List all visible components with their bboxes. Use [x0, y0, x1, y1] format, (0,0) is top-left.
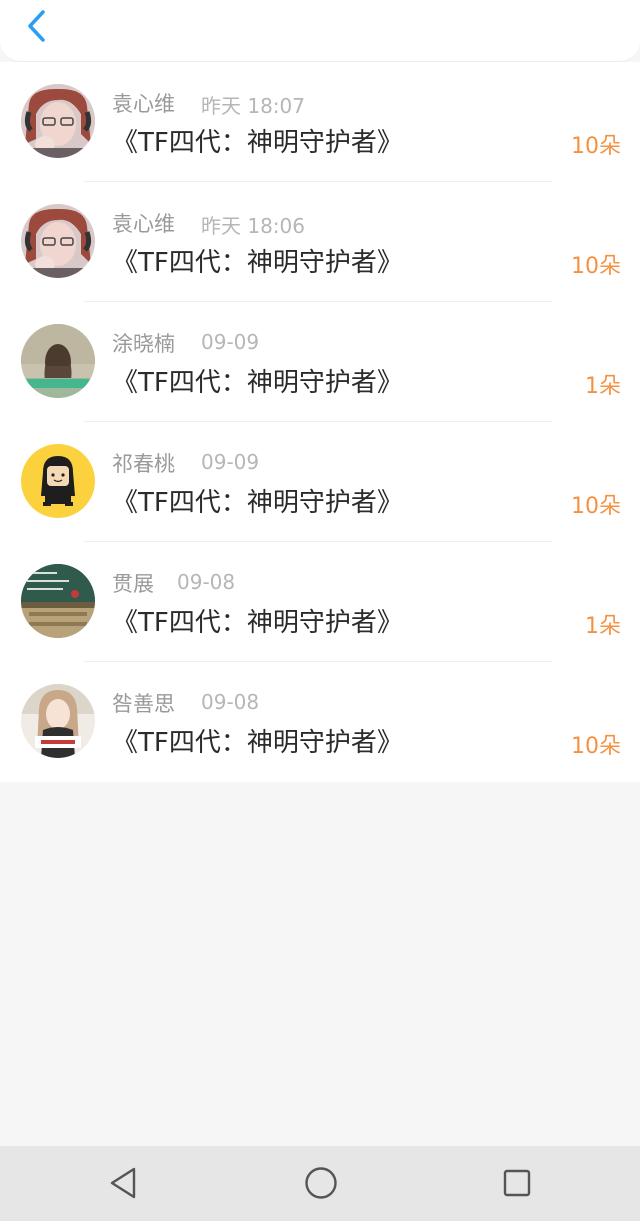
system-navigation-bar [0, 1146, 640, 1221]
flower-amount: 10朵 [571, 494, 621, 519]
work-title: 《TF四代：神明守护者》 [112, 728, 403, 758]
avatar [21, 324, 95, 398]
square-recents-icon [503, 1169, 531, 1197]
send-time: 09-08 [177, 570, 236, 594]
avatar [21, 444, 95, 518]
send-time: 昨天 18:07 [201, 94, 305, 118]
chevron-left-icon [28, 10, 45, 42]
list-item[interactable]: 祁春桃 09-09 《TF四代：神明守护者》 10朵 [0, 422, 640, 542]
work-title: 《TF四代：神明守护者》 [112, 608, 403, 638]
work-title: 《TF四代：神明守护者》 [112, 248, 403, 278]
work-title: 《TF四代：神明守护者》 [112, 368, 403, 398]
send-time: 09-09 [201, 450, 260, 474]
list-item[interactable]: 咎善思 09-08 《TF四代：神明守护者》 10朵 [0, 662, 640, 782]
send-time: 09-08 [201, 690, 260, 714]
list-item[interactable]: 涂晓楠 09-09 《TF四代：神明守护者》 1朵 [0, 302, 640, 422]
flower-amount: 1朵 [585, 614, 621, 639]
flower-amount: 10朵 [571, 134, 621, 159]
send-time: 09-09 [201, 330, 260, 354]
work-title: 《TF四代：神明守护者》 [112, 128, 403, 158]
nav-home-button[interactable] [296, 1158, 346, 1208]
flower-amount: 10朵 [571, 734, 621, 759]
send-time: 昨天 18:06 [201, 214, 305, 238]
sender-name: 涂晓楠 [112, 332, 175, 356]
list-item[interactable]: 袁心维 昨天 18:06 《TF四代：神明守护者》 10朵 [0, 182, 640, 302]
flower-amount: 1朵 [585, 374, 621, 399]
avatar [21, 564, 95, 638]
triangle-back-icon [110, 1167, 136, 1199]
circle-home-icon [305, 1167, 337, 1199]
avatar [21, 684, 95, 758]
sender-name: 袁心维 [112, 212, 175, 236]
flower-amount: 10朵 [571, 254, 621, 279]
list-item[interactable]: 贯展 09-08 《TF四代：神明守护者》 1朵 [0, 542, 640, 662]
sender-name: 祁春桃 [112, 452, 175, 476]
back-button[interactable] [14, 4, 58, 48]
nav-back-button[interactable] [98, 1158, 148, 1208]
avatar [21, 204, 95, 278]
page: 袁心维 昨天 18:07 《TF四代：神明守护者》 10朵 袁心维 昨天 18:… [0, 0, 640, 1221]
work-title: 《TF四代：神明守护者》 [112, 488, 403, 518]
sender-name: 袁心维 [112, 92, 175, 116]
gift-record-list: 袁心维 昨天 18:07 《TF四代：神明守护者》 10朵 袁心维 昨天 18:… [0, 62, 640, 782]
list-item[interactable]: 袁心维 昨天 18:07 《TF四代：神明守护者》 10朵 [0, 62, 640, 182]
top-bar [0, 0, 640, 62]
sender-name: 咎善思 [112, 692, 175, 716]
avatar [21, 84, 95, 158]
nav-recents-button[interactable] [492, 1158, 542, 1208]
sender-name: 贯展 [112, 572, 154, 596]
